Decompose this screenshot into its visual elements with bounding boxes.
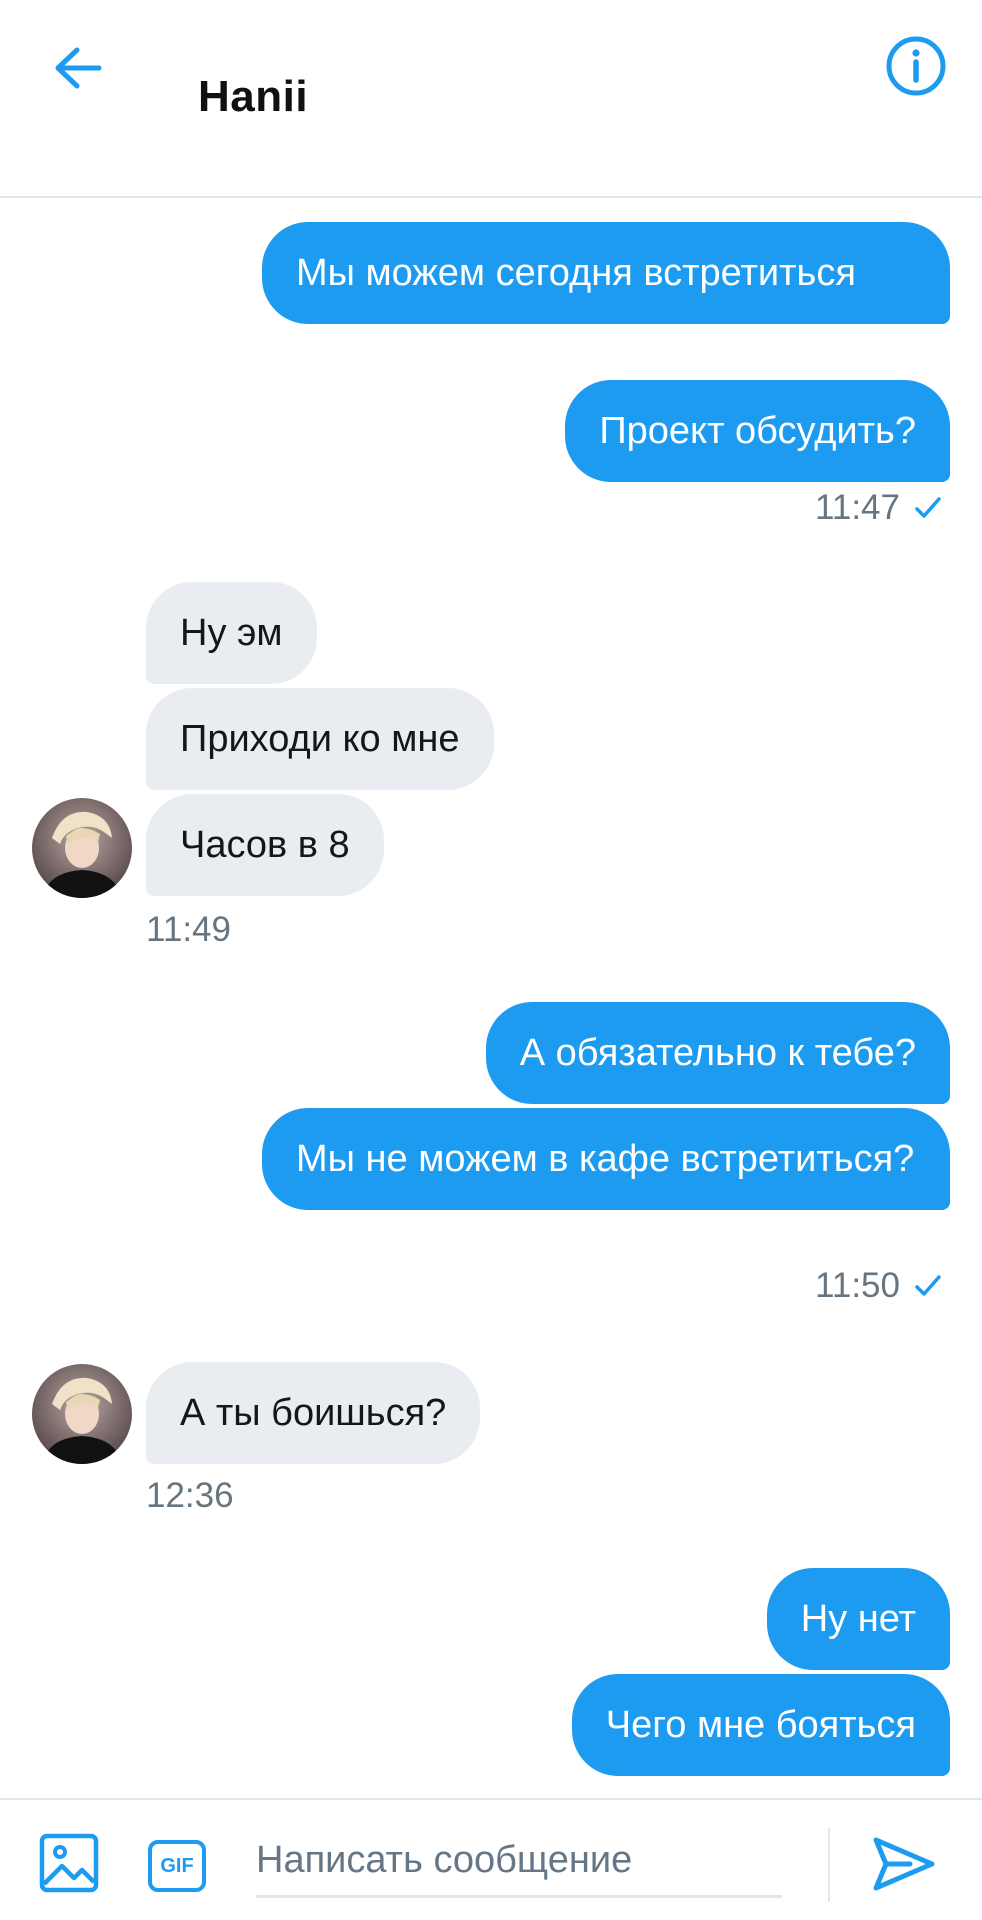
message-timestamp: 11:49	[146, 910, 231, 949]
message-input[interactable]	[256, 1826, 782, 1898]
message-text: Ну эм	[180, 612, 283, 654]
arrow-left-icon	[55, 47, 102, 89]
info-icon	[886, 36, 946, 96]
message-text: Мы можем сегодня встретиться	[296, 252, 856, 294]
message-bubble-outgoing[interactable]: Мы не можем в кафе встретиться?	[262, 1108, 950, 1210]
message-timestamp: 11:47	[815, 488, 942, 528]
message-text: Чего мне бояться	[605, 1704, 916, 1746]
avatar-image	[32, 1364, 132, 1464]
message-bubble-outgoing[interactable]: Ну нет	[766, 1568, 950, 1670]
add-media-button[interactable]	[38, 1832, 100, 1894]
message-text: Ну нет	[800, 1598, 916, 1640]
message-bubble-incoming[interactable]: А ты боишься?	[146, 1362, 481, 1464]
send-button[interactable]	[870, 1834, 938, 1894]
avatar-image	[32, 798, 132, 898]
contact-name: Hanii	[198, 72, 309, 121]
message-text: Приходи ко мне	[180, 718, 460, 760]
message-timestamp: 12:36	[146, 1476, 234, 1515]
message-timestamp: 11:50	[815, 1266, 942, 1306]
message-text: Мы не можем в кафе встретиться?	[296, 1138, 915, 1180]
info-button[interactable]	[880, 30, 952, 102]
message-bubble-incoming[interactable]: Ну эм	[146, 582, 317, 684]
message-bubble-outgoing[interactable]: Проект обсудить?	[565, 380, 950, 482]
avatar[interactable]	[32, 1364, 132, 1464]
back-button[interactable]	[40, 30, 116, 106]
message-thread[interactable]: Мы можем сегодня встретиться Проект обсу…	[0, 198, 982, 1798]
message-text: А обязательно к тебе?	[519, 1032, 916, 1074]
message-bubble-outgoing[interactable]: Мы можем сегодня встретиться	[262, 222, 950, 324]
gif-button[interactable]: GIF	[148, 1840, 206, 1892]
image-icon	[39, 1833, 99, 1893]
message-bubble-incoming[interactable]: Приходи ко мне	[146, 688, 494, 790]
message-text: Часов в 8	[180, 824, 350, 866]
message-text: А ты боишься?	[180, 1392, 447, 1434]
send-icon	[873, 1837, 935, 1891]
check-icon	[915, 1275, 941, 1296]
check-icon	[915, 497, 941, 518]
message-text: Проект обсудить?	[599, 410, 916, 452]
message-bubble-incoming[interactable]: Часов в 8	[146, 794, 384, 896]
message-bubble-outgoing[interactable]: А обязательно к тебе?	[485, 1002, 950, 1104]
avatar[interactable]	[32, 798, 132, 898]
conversation-header: Hanii	[0, 0, 982, 198]
message-bubble-outgoing[interactable]: Чего мне бояться	[571, 1674, 950, 1776]
message-composer: GIF	[0, 1798, 982, 1920]
composer-divider	[828, 1828, 830, 1902]
